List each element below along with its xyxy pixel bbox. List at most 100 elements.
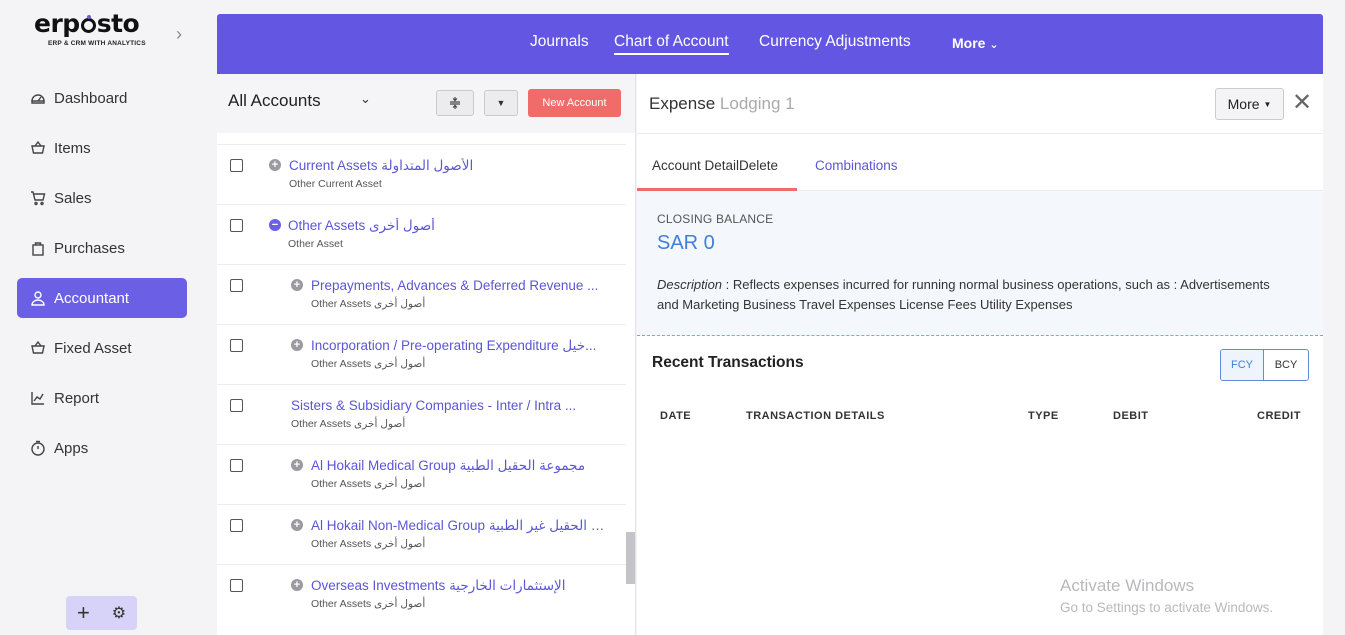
account-type: Other Asset <box>288 238 343 250</box>
detail-header: Expense Lodging 1 More ▼ ✕ <box>637 74 1323 134</box>
list-item[interactable]: + Prepayments, Advances & Deferred Reven… <box>217 264 626 324</box>
list-item[interactable]: + Overseas Investments الإستثمارات الخار… <box>217 564 626 624</box>
sidebar-item-items[interactable]: Items <box>17 128 187 168</box>
caret-down-icon[interactable]: ⌄ <box>360 91 371 107</box>
accounts-list: + Current Assets الأصول المتداولة Other … <box>217 144 626 624</box>
account-name[interactable]: Al Hokail Non-Medical Group عة الحقيل غي… <box>311 518 611 534</box>
chevron-down-icon: ⌄ <box>989 39 999 51</box>
bag-icon <box>29 239 47 257</box>
account-name[interactable]: Current Assets الأصول المتداولة <box>289 158 609 174</box>
more-label: More <box>952 35 986 51</box>
windows-activation-hint: Go to Settings to activate Windows. <box>1060 600 1274 615</box>
dashboard-icon <box>29 89 47 107</box>
sidebar-item-dashboard[interactable]: Dashboard <box>17 78 187 118</box>
more-actions-button[interactable]: More ▼ <box>1215 88 1284 120</box>
sidebar-item-sales[interactable]: Sales <box>17 178 187 218</box>
accounts-list-panel: All Accounts ⌄ ▼ New Account + Current A… <box>217 74 636 635</box>
description-label: Description <box>657 277 723 292</box>
windows-activation-watermark: Activate Windows <box>1060 576 1195 595</box>
close-icon[interactable]: ✕ <box>1292 91 1312 115</box>
account-type: Other Assets أصول أخرى <box>311 598 426 610</box>
row-checkbox[interactable] <box>230 339 243 352</box>
collapse-expand-button[interactable] <box>436 90 474 116</box>
sidebar: erp sto ERP & CRM WITH ANALYTICS › Dashbo… <box>0 0 205 635</box>
row-checkbox[interactable] <box>230 459 243 472</box>
tab-journals[interactable]: Journals <box>530 33 589 51</box>
row-checkbox[interactable] <box>230 399 243 412</box>
basket-icon <box>29 139 47 157</box>
column-header-credit: CREDIT <box>1257 410 1301 422</box>
account-name[interactable]: Al Hokail Medical Group مجموعة الحقيل ال… <box>311 458 611 474</box>
column-header-type: TYPE <box>1028 410 1059 422</box>
recent-transactions-title: Recent Transactions <box>652 354 804 371</box>
closing-balance-label: CLOSING BALANCE <box>657 212 774 226</box>
tab-more[interactable]: More ⌄ <box>952 35 999 51</box>
row-checkbox[interactable] <box>230 519 243 532</box>
row-checkbox[interactable] <box>230 579 243 592</box>
basket-icon <box>29 339 47 357</box>
brand-tagline: ERP & CRM WITH ANALYTICS <box>48 40 146 47</box>
expand-plus-icon[interactable]: + <box>291 519 303 531</box>
sidebar-nav: Dashboard Items Sales Purchases Accounta… <box>17 78 187 478</box>
tab-chart-of-account[interactable]: Chart of Account <box>614 33 729 55</box>
caret-down-icon: ▼ <box>496 98 506 108</box>
sidebar-item-label: Fixed Asset <box>54 339 132 357</box>
gear-icon[interactable]: ⚙ <box>112 603 126 623</box>
new-account-button[interactable]: New Account <box>528 89 621 117</box>
column-header-debit: DEBIT <box>1113 410 1149 422</box>
bcy-button[interactable]: BCY <box>1264 350 1308 380</box>
list-item[interactable]: − Other Assets أصول أخرى Other Asset <box>217 204 626 264</box>
row-checkbox[interactable] <box>230 219 243 232</box>
collapse-minus-icon[interactable]: − <box>269 219 281 231</box>
list-options-dropdown[interactable]: ▼ <box>484 90 518 116</box>
account-name-title: Lodging 1 <box>719 94 795 113</box>
account-name[interactable]: Prepayments, Advances & Deferred Revenue… <box>311 278 611 293</box>
account-name[interactable]: Incorporation / Pre-operating Expenditur… <box>311 338 611 354</box>
account-name[interactable]: Other Assets أصول أخرى <box>288 218 608 234</box>
brand-logo[interactable]: erp sto ERP & CRM WITH ANALYTICS <box>34 10 154 54</box>
row-checkbox[interactable] <box>230 279 243 292</box>
expand-plus-icon[interactable]: + <box>291 279 303 291</box>
expand-plus-icon[interactable]: + <box>291 339 303 351</box>
user-icon <box>29 289 47 307</box>
expand-plus-icon[interactable]: + <box>291 579 303 591</box>
sidebar-item-label: Apps <box>54 439 89 457</box>
sidebar-item-label: Purchases <box>54 239 125 257</box>
row-checkbox[interactable] <box>230 159 243 172</box>
sidebar-item-accountant[interactable]: Accountant <box>17 278 187 318</box>
list-item[interactable]: + Incorporation / Pre-operating Expendit… <box>217 324 626 384</box>
sidebar-item-purchases[interactable]: Purchases <box>17 228 187 268</box>
list-item[interactable]: + Al Hokail Medical Group مجموعة الحقيل … <box>217 444 626 504</box>
sidebar-item-label: Accountant <box>54 289 130 307</box>
top-nav: Journals Chart of Account Currency Adjus… <box>217 14 1323 74</box>
chevron-right-icon[interactable]: › <box>176 24 182 45</box>
account-name[interactable]: Sisters & Subsidiary Companies - Inter /… <box>291 398 591 413</box>
account-type-title: Expense <box>649 94 716 113</box>
tab-account-detail[interactable]: Account DetailDelete <box>637 158 797 191</box>
sidebar-item-fixed-asset[interactable]: Fixed Asset <box>17 328 187 368</box>
list-item[interactable]: Sisters & Subsidiary Companies - Inter /… <box>217 384 626 444</box>
list-scrollbar[interactable] <box>626 532 635 584</box>
account-type: Other Current Asset <box>289 178 382 190</box>
description-text: : Reflects expenses incurred for running… <box>657 277 1270 312</box>
tab-currency-adjustments[interactable]: Currency Adjustments <box>759 33 911 51</box>
sidebar-item-label: Items <box>54 139 91 157</box>
plus-icon[interactable]: + <box>77 600 90 626</box>
account-description: Description : Reflects expenses incurred… <box>657 275 1277 315</box>
closing-balance-value: SAR 0 <box>657 232 715 254</box>
account-detail-panel: Expense Lodging 1 More ▼ ✕ Account Detai… <box>637 74 1323 635</box>
clock-icon <box>29 439 47 457</box>
list-view-selector[interactable]: All Accounts <box>228 91 321 111</box>
fcy-button[interactable]: FCY <box>1221 350 1264 380</box>
column-header-date: DATE <box>660 410 692 422</box>
list-item[interactable]: + Current Assets الأصول المتداولة Other … <box>217 144 626 204</box>
account-name[interactable]: Overseas Investments الإستثمارات الخارجي… <box>311 578 611 594</box>
account-type: Other Assets أصول أخرى <box>311 538 426 550</box>
sidebar-item-report[interactable]: Report <box>17 378 187 418</box>
tab-combinations[interactable]: Combinations <box>815 158 898 173</box>
currency-toggle: FCY BCY <box>1220 349 1309 381</box>
sidebar-item-apps[interactable]: Apps <box>17 428 187 468</box>
expand-plus-icon[interactable]: + <box>269 159 281 171</box>
list-item[interactable]: + Al Hokail Non-Medical Group عة الحقيل … <box>217 504 626 564</box>
expand-plus-icon[interactable]: + <box>291 459 303 471</box>
